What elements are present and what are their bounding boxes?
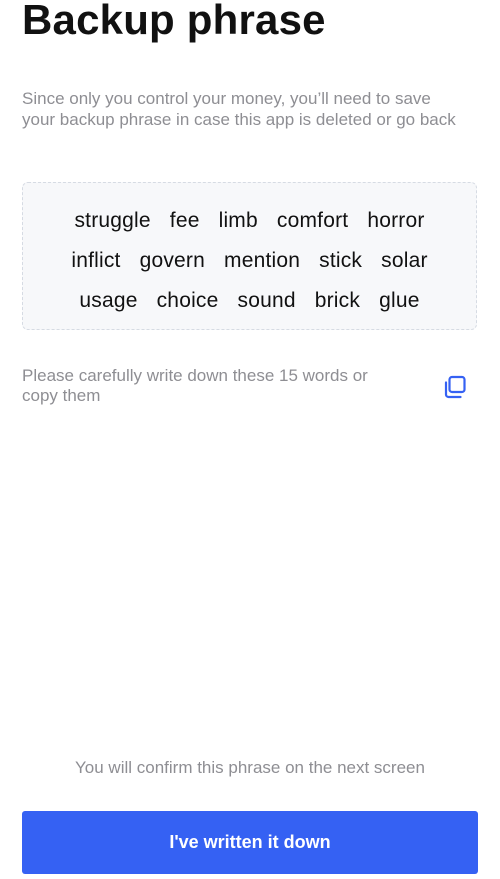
- phrase-word: horror: [367, 209, 425, 232]
- phrase-word: sound: [237, 289, 296, 312]
- phrase-word: comfort: [276, 209, 349, 232]
- phrase-word: choice: [156, 289, 219, 312]
- phrase-word: stick: [319, 249, 363, 272]
- confirm-note: You will confirm this phrase on the next…: [75, 758, 425, 777]
- instruction-text: Please carefully write down these 15 wor…: [22, 366, 368, 405]
- phrase-word: govern: [139, 249, 205, 272]
- page-title: Backup phrase: [22, 0, 326, 43]
- phrase-word: brick: [314, 289, 361, 312]
- backup-phrase-box: struggle fee limb comfort horror inflict…: [22, 182, 477, 330]
- phrase-row: usage choice sound brick glue: [33, 281, 466, 321]
- written-it-down-button[interactable]: I've written it down: [22, 811, 478, 874]
- phrase-row: inflict govern mention stick solar: [33, 241, 466, 281]
- copy-icon: [442, 374, 468, 400]
- phrase-word: fee: [169, 209, 200, 232]
- phrase-word: glue: [379, 289, 420, 312]
- phrase-word: usage: [79, 289, 138, 312]
- phrase-row: struggle fee limb comfort horror: [33, 201, 466, 241]
- phrase-word: mention: [224, 249, 301, 272]
- copy-button[interactable]: [440, 372, 470, 402]
- phrase-word: struggle: [74, 209, 151, 232]
- phrase-word: limb: [218, 209, 258, 232]
- phrase-word: inflict: [71, 249, 121, 272]
- phrase-word: solar: [381, 249, 428, 272]
- intro-text: Since only you control your money, you’l…: [22, 89, 456, 129]
